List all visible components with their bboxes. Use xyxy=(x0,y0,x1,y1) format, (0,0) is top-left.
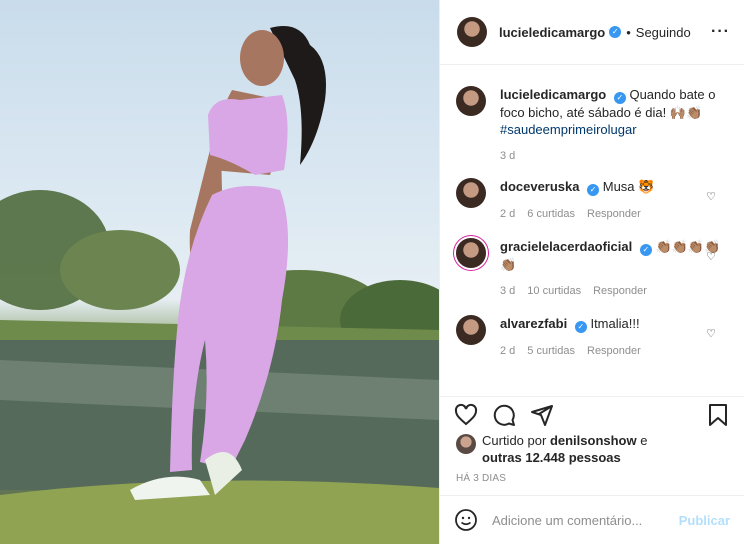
liked-by-others[interactable]: outras 12.448 pessoas xyxy=(482,450,621,465)
caption-avatar[interactable] xyxy=(456,86,486,116)
commenter-username[interactable]: alvarezfabi xyxy=(500,316,567,331)
commenter-username[interactable]: doceveruska xyxy=(500,179,580,194)
liker-avatar[interactable] xyxy=(456,434,476,454)
comment-age: 2 d xyxy=(500,208,516,220)
post-header: lucieledicamargo ✓ • Seguindo ··· xyxy=(440,0,744,65)
reply-button[interactable]: Responder xyxy=(587,345,641,357)
author-avatar[interactable] xyxy=(457,17,487,47)
post-photo[interactable] xyxy=(0,0,439,544)
share-icon[interactable] xyxy=(530,403,554,427)
save-bookmark-icon[interactable] xyxy=(706,403,730,427)
commenter-avatar[interactable] xyxy=(456,315,486,345)
liked-by-and: e xyxy=(640,433,648,448)
post-actions xyxy=(440,396,744,432)
verified-icon: ✓ xyxy=(609,26,622,38)
verified-icon: ✓ xyxy=(587,184,600,196)
comment-item: gracielelacerdaoficial ✓ 👏🏽👏🏽👏🏽👏🏽👏🏽 3 d … xyxy=(456,238,730,297)
verified-icon: ✓ xyxy=(639,244,652,256)
commenter-avatar[interactable] xyxy=(456,178,486,208)
comment-icon[interactable] xyxy=(492,403,516,427)
caption-age: 3 d xyxy=(500,150,516,162)
comment-age: 3 d xyxy=(500,285,516,297)
reply-button[interactable]: Responder xyxy=(587,208,641,220)
caption-hashtag[interactable]: #saudeemprimeirolugar xyxy=(500,122,637,137)
separator-dot: • xyxy=(626,24,631,40)
like-comment-icon[interactable]: ♡ xyxy=(706,250,716,263)
like-heart-icon[interactable] xyxy=(454,403,478,427)
likes-summary: Curtido por denilsonshow e outras 12.448… xyxy=(456,432,730,466)
post-timestamp[interactable]: HÁ 3 DIAS xyxy=(456,473,506,484)
comment-likes[interactable]: 10 curtidas xyxy=(527,285,581,297)
comment-input[interactable] xyxy=(492,512,679,528)
post-side-panel: lucieledicamargo ✓ • Seguindo ··· luciel… xyxy=(439,0,744,544)
like-comment-icon[interactable]: ♡ xyxy=(706,190,716,203)
caption: lucieledicamargo ✓ Quando bate o foco bi… xyxy=(456,86,730,162)
more-options-icon[interactable]: ··· xyxy=(711,23,730,41)
comments-list[interactable]: lucieledicamargo ✓ Quando bate o foco bi… xyxy=(440,66,744,390)
liked-by-prefix: Curtido por xyxy=(482,433,547,448)
like-comment-icon[interactable]: ♡ xyxy=(706,327,716,340)
commenter-username[interactable]: gracielelacerdaoficial xyxy=(500,239,632,254)
comment-likes[interactable]: 6 curtidas xyxy=(527,208,575,220)
reply-button[interactable]: Responder xyxy=(593,285,647,297)
comment-likes[interactable]: 5 curtidas xyxy=(527,345,575,357)
comment-text: Itmalia!!! xyxy=(590,316,640,331)
author-username[interactable]: lucieledicamargo xyxy=(499,25,605,40)
follow-status[interactable]: Seguindo xyxy=(636,25,691,40)
verified-icon: ✓ xyxy=(574,321,587,333)
commenter-avatar[interactable] xyxy=(456,238,486,268)
add-comment-bar: Publicar xyxy=(440,495,744,544)
post-photo-scene xyxy=(0,26,439,544)
caption-username[interactable]: lucieledicamargo xyxy=(500,87,606,102)
verified-icon: ✓ xyxy=(613,92,626,104)
comment-age: 2 d xyxy=(500,345,516,357)
publish-button[interactable]: Publicar xyxy=(679,513,730,528)
comment-item: alvarezfabi ✓ Itmalia!!! 2 d 5 curtidas … xyxy=(456,315,730,357)
comment-text: Musa 🐯 xyxy=(602,179,655,194)
emoji-icon[interactable] xyxy=(454,508,478,532)
liked-by-user[interactable]: denilsonshow xyxy=(550,433,637,448)
comment-item: doceveruska ✓ Musa 🐯 2 d 6 curtidas Resp… xyxy=(456,178,730,220)
